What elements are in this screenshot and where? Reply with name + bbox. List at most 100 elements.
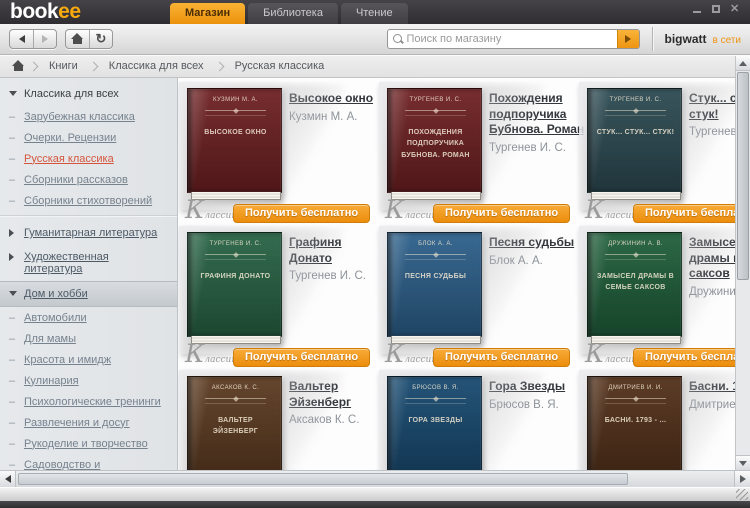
forward-button[interactable] — [33, 30, 56, 48]
online-status-label: в сети — [713, 35, 742, 46]
get-free-button[interactable]: Получить бесплатно — [633, 348, 750, 367]
sidebar-item-gardening[interactable]: Садоводство и огородничество — [0, 454, 177, 470]
breadcrumb-item-books[interactable]: Книги — [39, 60, 88, 72]
home-icon — [13, 61, 24, 71]
back-arrow-icon — [19, 35, 25, 43]
sidebar-item-essays-reviews[interactable]: Очерки. Рецензии — [0, 127, 177, 148]
breadcrumb-chevron-icon — [214, 61, 224, 71]
book-card-footer: Классика Получить бесплатно — [385, 346, 571, 368]
cover-title-text: Басни. 1793 - ... — [595, 415, 676, 427]
sidebar-section-fiction[interactable]: Художественная литература — [0, 245, 177, 281]
cover-title-text: Замысел драмы в семье саксов — [595, 271, 676, 295]
cover-ornament — [605, 110, 666, 116]
horizontal-scrollbar[interactable] — [0, 470, 750, 487]
sidebar-item-russian-classics[interactable]: Русская классика — [0, 148, 177, 169]
book-cover[interactable]: Блок А. А. Песня судьбы — [387, 232, 482, 344]
tab-reading[interactable]: Чтение — [341, 3, 408, 24]
book-cover[interactable]: Дмитриев И. И. Басни. 1793 - ... — [587, 376, 682, 470]
cover-author-text: Брюсов В. Я. — [395, 384, 476, 394]
status-bar — [0, 487, 750, 501]
history-button-group — [9, 29, 57, 49]
breadcrumb-item-russian-classics[interactable]: Русская классика — [225, 60, 335, 72]
logo-text-book: book — [10, 0, 58, 23]
arrow-up-icon — [739, 61, 747, 66]
vertical-scrollbar-thumb[interactable] — [737, 72, 749, 280]
book-cover[interactable]: Дружинин А. В. Замысел драмы в семье сак… — [587, 232, 682, 344]
book-cards: Кузмин М. А. Высокое окно Высокое окно К… — [185, 88, 750, 470]
sidebar-item-psych-trainings[interactable]: Психологические тренинги — [0, 391, 177, 412]
book-card: Аксаков К. С. Вальтер Эйзенберг Вальтер … — [185, 376, 385, 470]
app-window: bookee Магазин Библиотека Чтение — [0, 0, 750, 508]
tab-store[interactable]: Магазин — [170, 3, 245, 24]
cover-title-text: Графиня Донато — [195, 271, 276, 283]
close-icon[interactable] — [730, 5, 740, 14]
breadcrumb-item-classics[interactable]: Классика для всех — [99, 60, 214, 72]
get-free-button[interactable]: Получить бесплатно — [433, 348, 570, 367]
book-pages-edge — [191, 336, 281, 344]
breadcrumb: Книги Классика для всех Русская классика — [0, 55, 750, 78]
sidebar-section-classics[interactable]: Классика для всех — [0, 82, 177, 106]
chevron-down-icon — [9, 291, 17, 296]
book-cover[interactable]: Тургенев И. С. Стук... стук... стук! — [587, 88, 682, 200]
book-cover[interactable]: Брюсов В. Я. Гора Звезды — [387, 376, 482, 470]
get-free-button[interactable]: Получить бесплатно — [433, 204, 570, 223]
sidebar-item-crafts[interactable]: Рукоделие и творчество — [0, 433, 177, 454]
sidebar-item-poetry-collections[interactable]: Сборники стихотворений — [0, 190, 177, 211]
sidebar-section-humanities[interactable]: Гуманитарная литература — [0, 221, 177, 245]
get-free-button[interactable]: Получить бесплатно — [233, 204, 370, 223]
sidebar-section-home-hobby[interactable]: Дом и хобби — [0, 281, 177, 307]
minimize-icon[interactable] — [692, 5, 702, 14]
horizontal-scrollbar-thumb[interactable] — [18, 473, 628, 485]
cover-author-text: Тургенев И. С. — [195, 240, 276, 250]
resize-grip[interactable] — [736, 489, 748, 500]
breadcrumb-home-button[interactable] — [8, 58, 28, 74]
logo-text-ee: ee — [58, 0, 80, 23]
cover-title-text: Песня судьбы — [395, 271, 476, 283]
vertical-scrollbar[interactable] — [735, 56, 750, 470]
maximize-icon[interactable] — [711, 5, 721, 14]
sidebar-item-cooking[interactable]: Кулинария — [0, 370, 177, 391]
navigation-toolbar: bigwatt в сети — [0, 24, 750, 55]
scroll-left-button[interactable] — [0, 471, 16, 487]
titlebar: bookee Магазин Библиотека Чтение — [0, 0, 750, 24]
tab-library[interactable]: Библиотека — [248, 3, 338, 24]
scroll-right-button[interactable] — [734, 471, 750, 487]
book-cover[interactable]: Кузмин М. А. Высокое окно — [187, 88, 282, 200]
scroll-down-button[interactable] — [736, 455, 750, 470]
book-cover[interactable]: Аксаков К. С. Вальтер Эйзенберг — [187, 376, 282, 470]
cover-author-text: Дружинин А. В. — [595, 240, 676, 250]
book-cover[interactable]: Тургенев И. С. Похождения подпоручика Бу… — [387, 88, 482, 200]
sidebar-item-beauty-image[interactable]: Красота и имидж — [0, 349, 177, 370]
book-pages-edge — [591, 336, 681, 344]
sidebar-item-cars[interactable]: Автомобили — [0, 307, 177, 328]
book-cover-front: Тургенев И. С. Графиня Донато — [187, 232, 282, 337]
book-card: Тургенев И. С. Графиня Донато Графиня До… — [185, 232, 385, 376]
search-submit-button[interactable] — [617, 30, 639, 48]
book-card-footer: Классика Получить бесплатно — [385, 202, 571, 224]
refresh-button[interactable] — [89, 30, 112, 48]
book-card: Дмитриев И. И. Басни. 1793 - ... Басни. … — [585, 376, 750, 470]
book-card: Кузмин М. А. Высокое окно Высокое окно К… — [185, 88, 385, 232]
book-cover[interactable]: Тургенев И. С. Графиня Донато — [187, 232, 282, 344]
sidebar-item-story-collections[interactable]: Сборники рассказов — [0, 169, 177, 190]
back-button[interactable] — [10, 30, 33, 48]
book-cover-front: Аксаков К. С. Вальтер Эйзенберг — [187, 376, 282, 470]
klassika-script-logo: Классика — [185, 349, 233, 365]
sidebar-item-entertainment[interactable]: Развлечения и досуг — [0, 412, 177, 433]
cover-ornament — [405, 398, 466, 404]
cover-ornament — [405, 254, 466, 260]
scroll-up-button[interactable] — [736, 56, 750, 71]
search-input[interactable] — [407, 30, 617, 48]
cover-ornament — [205, 110, 266, 116]
category-sidebar: Классика для всех Зарубежная классика Оч… — [0, 78, 178, 470]
home-button[interactable] — [66, 30, 89, 48]
cover-author-text: Дмитриев И. И. — [595, 384, 676, 394]
get-free-button[interactable]: Получить бесплатно — [633, 204, 750, 223]
main-tabs: Магазин Библиотека Чтение — [170, 3, 408, 24]
user-account-area[interactable]: bigwatt в сети — [665, 32, 742, 46]
sidebar-item-foreign-classics[interactable]: Зарубежная классика — [0, 106, 177, 127]
chevron-right-icon — [9, 253, 14, 261]
window-controls — [692, 5, 740, 14]
sidebar-item-for-mom[interactable]: Для мамы — [0, 328, 177, 349]
get-free-button[interactable]: Получить бесплатно — [233, 348, 370, 367]
